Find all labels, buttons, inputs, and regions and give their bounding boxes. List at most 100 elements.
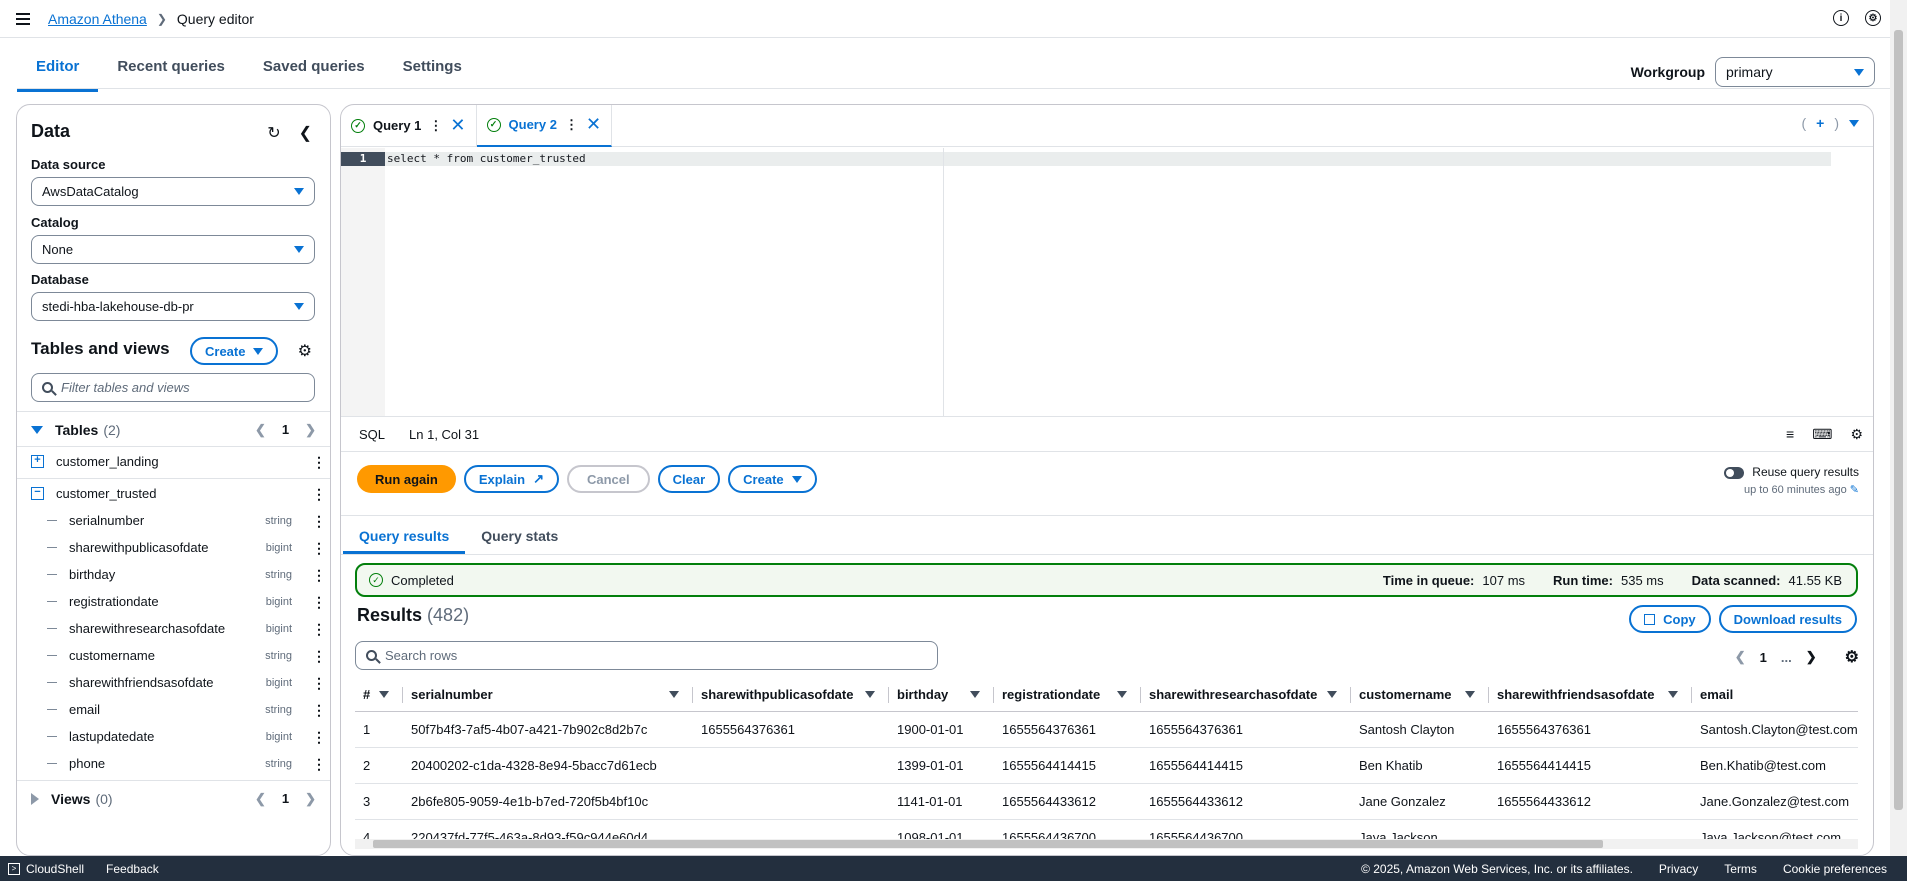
chevron-left-icon[interactable]: ❮ [255,422,266,438]
menu-icon[interactable] [16,12,30,25]
sort-icon[interactable] [865,691,875,698]
more-actions-icon[interactable]: ⋮ [312,595,326,609]
format-query-icon[interactable]: ≡ [1786,426,1794,443]
keyboard-icon[interactable]: ⌨ [1812,426,1832,443]
cloudshell-link[interactable]: CloudShell [26,862,84,876]
gear-icon[interactable]: ⚙ [298,341,312,361]
tab-saved-queries[interactable]: Saved queries [244,50,384,92]
workgroup-select[interactable]: primary [1715,57,1875,87]
collapse-minus-icon[interactable]: − [31,487,44,500]
tab-editor[interactable]: Editor [17,50,99,92]
more-actions-icon[interactable]: ⋮ [429,118,442,134]
collapse-panel-icon[interactable]: ❮ [299,123,312,143]
close-icon[interactable]: ✕ [586,114,601,135]
explain-button[interactable]: Explain ↗ [463,465,559,493]
more-actions-icon[interactable]: ⋮ [312,568,326,582]
filter-tables-input[interactable]: Filter tables and views [31,373,315,402]
more-actions-icon[interactable]: ⋮ [312,487,326,501]
column-item[interactable]: registrationdate bigint ⋮ [17,588,330,615]
reuse-toggle[interactable] [1724,466,1745,479]
sort-icon[interactable] [1327,691,1337,698]
sort-icon[interactable] [970,691,980,698]
column-item[interactable]: sharewithpublicasofdate bigint ⋮ [17,534,330,561]
breadcrumb-athena-link[interactable]: Amazon Athena [48,11,147,27]
views-section-header[interactable]: Views (0) ❮ 1 ❯ [17,780,330,816]
column-item[interactable]: email string ⋮ [17,696,330,723]
edit-icon[interactable]: ✎ [1850,484,1859,496]
more-actions-icon[interactable]: ⋮ [312,730,326,744]
search-rows-input[interactable]: Search rows [355,641,938,670]
close-icon[interactable]: ✕ [450,115,465,136]
column-header[interactable]: registrationdate [994,679,1141,712]
column-header[interactable]: serialnumber [403,679,693,712]
tab-settings[interactable]: Settings [384,50,481,92]
query-tab-2[interactable]: ✓ Query 2 ⋮ ✕ [476,105,613,147]
column-item[interactable]: sharewithfriendsasofdate bigint ⋮ [17,669,330,696]
chevron-right-icon[interactable]: ❯ [305,422,316,438]
sql-code-editor[interactable]: 1 select * from customer_trusted [341,148,1873,416]
horizontal-scrollbar[interactable] [355,839,1858,849]
cancel-button[interactable]: Cancel [567,465,650,493]
tab-query-stats[interactable]: Query stats [465,516,574,554]
database-select[interactable]: stedi-hba-lakehouse-db-pr [31,292,315,321]
terms-link[interactable]: Terms [1724,862,1757,876]
chevron-right-icon[interactable]: ❯ [1806,649,1817,665]
download-results-button[interactable]: Download results [1718,605,1857,633]
feedback-link[interactable]: Feedback [106,862,159,876]
settings-icon[interactable]: ⚙ [1865,10,1881,26]
column-item[interactable]: birthday string ⋮ [17,561,330,588]
create-table-button[interactable]: Create [190,337,279,365]
table-item-customer-trusted[interactable]: − customer_trusted ⋮ [17,478,330,508]
sort-icon[interactable] [1117,691,1127,698]
refresh-icon[interactable]: ↻ [267,123,280,143]
query-tab-1[interactable]: ✓ Query 1 ⋮ ✕ [341,105,477,147]
catalog-select[interactable]: None [31,235,315,264]
sort-icon[interactable] [669,691,679,698]
more-actions-icon[interactable]: ⋮ [312,703,326,717]
copy-button[interactable]: Copy [1629,605,1711,633]
more-actions-icon[interactable]: ⋮ [312,514,326,528]
expand-plus-icon[interactable]: + [31,455,44,468]
run-again-button[interactable]: Run again [357,465,456,493]
chevron-right-icon[interactable]: ❯ [305,791,316,807]
scrollbar-thumb[interactable] [1894,30,1903,810]
tabs-menu-icon[interactable] [1849,119,1859,127]
more-actions-icon[interactable]: ⋮ [312,541,326,555]
info-icon[interactable]: i [1833,10,1849,26]
sql-code-line[interactable]: select * from customer_trusted [387,152,586,165]
sort-icon[interactable] [379,691,389,698]
column-item[interactable]: serialnumber string ⋮ [17,507,330,534]
tab-recent-queries[interactable]: Recent queries [98,50,244,92]
tables-section-header[interactable]: Tables (2) ❮ 1 ❯ [17,411,330,447]
more-actions-icon[interactable]: ⋮ [312,676,326,690]
gear-icon[interactable]: ⚙ [1850,426,1863,443]
column-item[interactable]: sharewithresearchasofdate bigint ⋮ [17,615,330,642]
chevron-left-icon[interactable]: ❮ [1735,649,1746,665]
sort-icon[interactable] [1465,691,1475,698]
column-header[interactable]: birthday [889,679,994,712]
more-actions-icon[interactable]: ⋮ [565,117,578,133]
column-header[interactable]: customername [1351,679,1489,712]
gear-icon[interactable]: ⚙ [1845,647,1859,667]
privacy-link[interactable]: Privacy [1659,862,1698,876]
more-actions-icon[interactable]: ⋮ [312,649,326,663]
column-item[interactable]: phone string ⋮ [17,750,330,777]
create-button[interactable]: Create [728,465,817,493]
cookie-preferences-link[interactable]: Cookie preferences [1783,862,1887,876]
more-actions-icon[interactable]: ⋮ [312,622,326,636]
column-header[interactable]: # [355,679,403,712]
more-actions-icon[interactable]: ⋮ [312,455,326,469]
clear-button[interactable]: Clear [657,465,721,493]
current-page[interactable]: 1 [1760,650,1767,665]
chevron-left-icon[interactable]: ❮ [255,791,266,807]
page-scrollbar[interactable] [1890,0,1907,856]
data-source-select[interactable]: AwsDataCatalog [31,177,315,206]
column-header[interactable]: sharewithpublicasofdate [693,679,889,712]
scrollbar-thumb[interactable] [373,840,1603,848]
column-header[interactable]: sharewithfriendsasofdate [1489,679,1692,712]
sort-icon[interactable] [1668,691,1678,698]
tab-query-results[interactable]: Query results [343,516,466,554]
table-item-customer-landing[interactable]: + customer_landing ⋮ [17,446,330,476]
column-header[interactable]: sharewithresearchasofdate [1141,679,1351,712]
column-item[interactable]: lastupdatedate bigint ⋮ [17,723,330,750]
